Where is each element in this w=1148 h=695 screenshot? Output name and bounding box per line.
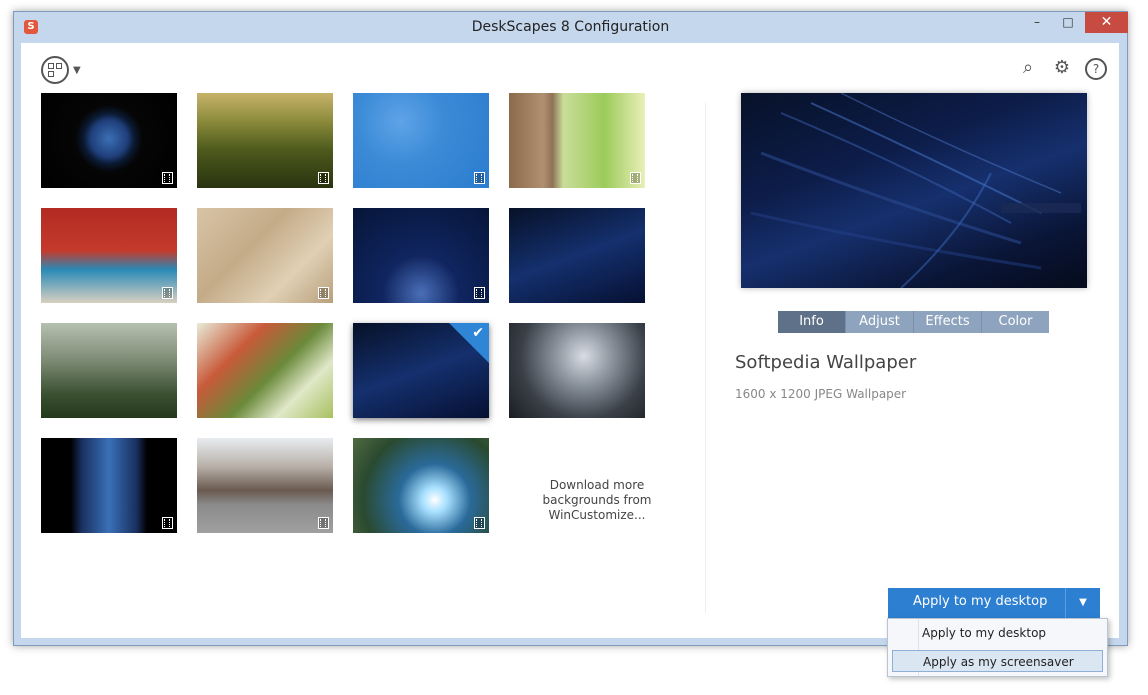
tab-effects[interactable]: Effects [914, 311, 982, 333]
video-icon [162, 517, 173, 529]
menu-item-label: Apply as my screensaver [923, 655, 1074, 669]
video-icon [474, 172, 485, 184]
apply-button-label[interactable]: Apply to my desktop [913, 594, 1047, 609]
chevron-down-icon[interactable]: ▼ [1065, 588, 1100, 618]
thumbnail-particles[interactable] [353, 208, 489, 303]
thumbnail-s-logo[interactable] [41, 438, 177, 533]
wallpaper-title: Softpedia Wallpaper [735, 352, 917, 373]
preview-feathers-graphic [750, 93, 1081, 288]
close-button[interactable]: ✕ [1085, 12, 1128, 33]
detail-tabs: Info Adjust Effects Color [778, 311, 1049, 333]
video-icon [318, 172, 329, 184]
view-toggle-icon[interactable] [41, 56, 69, 84]
video-icon [630, 172, 641, 184]
help-icon[interactable]: ? [1085, 58, 1107, 80]
tab-color[interactable]: Color [982, 311, 1049, 333]
window-title: DeskScapes 8 Configuration [471, 19, 670, 35]
video-icon [474, 517, 485, 529]
video-icon [162, 287, 173, 299]
app-window: S DeskScapes 8 Configuration – □ ✕ ▼ ⌕ ⚙… [13, 11, 1128, 646]
thumbnail-grass[interactable] [197, 93, 333, 188]
pane-divider [705, 103, 706, 613]
wallpaper-preview [741, 93, 1087, 288]
title-bar[interactable]: S DeskScapes 8 Configuration – □ ✕ [14, 12, 1128, 43]
video-icon [318, 517, 329, 529]
tab-adjust[interactable]: Adjust [846, 311, 914, 333]
apply-split-button[interactable]: Apply to my desktop ▼ [888, 588, 1100, 618]
menu-item-apply-desktop[interactable]: Apply to my desktop [892, 622, 1103, 644]
wallpaper-details: 1600 x 1200 JPEG Wallpaper [735, 387, 907, 401]
thumbnail-earth[interactable] [41, 93, 177, 188]
menu-item-label: Apply to my desktop [922, 626, 1047, 640]
thumbnail-blue-feathers[interactable] [509, 208, 645, 303]
video-icon [318, 287, 329, 299]
checkmark-icon: ✔ [472, 325, 484, 341]
search-icon[interactable]: ⌕ [1017, 57, 1039, 79]
thumbnail-softpedia-wallpaper[interactable]: ✔ [353, 323, 489, 418]
view-dropdown-arrow-icon[interactable]: ▼ [73, 65, 81, 76]
download-more-link[interactable]: Download more backgrounds from WinCustom… [529, 478, 665, 523]
thumbnail-street[interactable] [197, 438, 333, 533]
thumbnail-blue-swirl[interactable] [353, 93, 489, 188]
thumbnail-red-building[interactable] [41, 208, 177, 303]
thumbnail-autumn-leaves[interactable] [197, 323, 333, 418]
video-icon [162, 172, 173, 184]
thumbnail-tree-bark[interactable] [509, 93, 645, 188]
view-grid-cell [56, 63, 62, 69]
menu-item-apply-screensaver[interactable]: Apply as my screensaver [892, 650, 1103, 672]
apply-dropdown-menu: Apply to my desktop Apply as my screensa… [887, 618, 1108, 677]
thumbnail-sand[interactable] [197, 208, 333, 303]
thumbnail-forest[interactable] [41, 323, 177, 418]
minimize-button[interactable]: – [1022, 12, 1052, 33]
thumbnail-frost[interactable] [509, 323, 645, 418]
maximize-button[interactable]: □ [1053, 12, 1083, 33]
tab-info[interactable]: Info [778, 311, 846, 333]
thumbnail-light-flare[interactable] [353, 438, 489, 533]
video-icon [474, 287, 485, 299]
view-grid-cell [48, 63, 54, 69]
gear-icon[interactable]: ⚙ [1051, 57, 1073, 79]
view-grid-cell [48, 71, 54, 77]
main-content: ▼ ⌕ ⚙ ? ✔ Download more backgrounds from… [21, 43, 1119, 638]
